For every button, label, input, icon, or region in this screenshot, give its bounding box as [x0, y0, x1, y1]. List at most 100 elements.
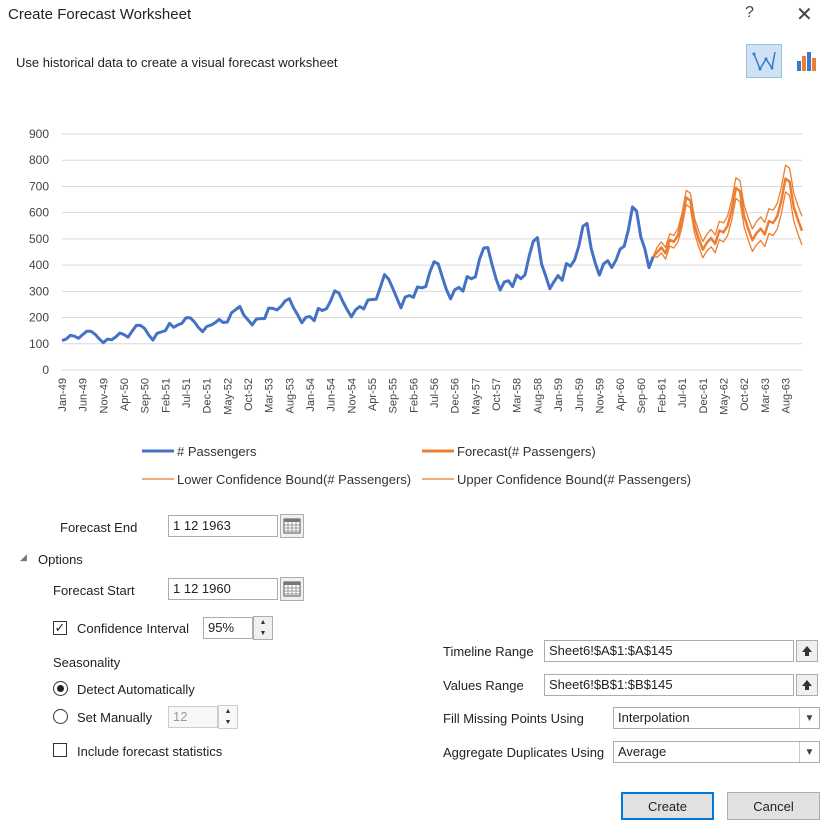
x-tick-label: Jan-49 — [57, 378, 69, 412]
x-tick-label: Nov-54 — [346, 378, 358, 413]
column-chart-icon — [797, 52, 816, 71]
x-tick-label: Mar-58 — [512, 378, 524, 413]
seasonality-label: Seasonality — [53, 655, 121, 670]
dialog-title: Create Forecast Worksheet — [8, 6, 192, 23]
x-tick-label: Jul-61 — [677, 378, 689, 408]
detect-automatically-label: Detect Automatically — [77, 682, 195, 697]
confidence-interval-input[interactable]: 95% — [203, 617, 253, 639]
chart-series — [61, 164, 804, 345]
y-tick-label: 300 — [29, 284, 49, 298]
aggregate-duplicates-select[interactable]: Average — [613, 741, 820, 763]
cancel-button[interactable]: Cancel — [727, 792, 820, 820]
x-tick-label: Mar-63 — [760, 378, 772, 413]
series-line-0 — [61, 205, 655, 345]
x-tick-label: Dec-56 — [450, 378, 462, 413]
x-tick-label: Nov-59 — [594, 378, 606, 413]
forecast-end-calendar-button[interactable] — [280, 514, 304, 538]
legend-label: # Passengers — [177, 444, 257, 459]
x-tick-label: Aug-58 — [532, 378, 544, 413]
x-tick-label: Aug-53 — [284, 378, 296, 413]
spin-down-icon[interactable]: ▼ — [254, 628, 272, 639]
spin-up-icon[interactable]: ▲ — [254, 617, 272, 628]
detect-automatically-radio[interactable] — [53, 681, 68, 696]
x-tick-label: Oct-62 — [739, 378, 751, 411]
legend-label: Lower Confidence Bound(# Passengers) — [177, 472, 411, 487]
y-tick-label: 100 — [29, 337, 49, 351]
dialog-subtitle: Use historical data to create a visual f… — [16, 55, 338, 70]
y-tick-label: 600 — [29, 206, 49, 220]
x-tick-label: Nov-49 — [98, 378, 110, 413]
y-tick-label: 200 — [29, 311, 49, 325]
y-tick-label: 800 — [29, 153, 49, 167]
x-tick-label: Sep-60 — [636, 378, 648, 413]
help-button[interactable]: ? — [745, 4, 754, 22]
y-tick-label: 0 — [42, 363, 49, 377]
forecast-end-input[interactable]: 1 12 1963 — [168, 515, 278, 537]
confidence-interval-label: Confidence Interval — [77, 621, 190, 636]
y-axis: 0 100 200 300 400 500 600 700 800 900 — [29, 127, 49, 377]
x-tick-label: Sep-55 — [388, 378, 400, 413]
close-button[interactable]: ✕ — [796, 2, 813, 27]
x-tick-label: Jul-56 — [429, 378, 441, 408]
confidence-interval-checkbox[interactable]: ✓ — [53, 621, 67, 635]
options-toggle[interactable]: Options — [38, 552, 83, 567]
x-tick-label: Jun-49 — [78, 378, 90, 412]
legend-label: Forecast(# Passengers) — [457, 444, 596, 459]
set-manually-spinner[interactable]: ▲ ▼ — [218, 705, 238, 729]
timeline-range-picker[interactable] — [796, 640, 818, 662]
timeline-range-label: Timeline Range — [443, 644, 534, 659]
x-tick-label: May-52 — [222, 378, 234, 415]
timeline-range-input[interactable]: Sheet6!$A$1:$A$145 — [544, 640, 794, 662]
aggregate-duplicates-value: Average — [618, 744, 667, 759]
x-tick-label: Apr-60 — [615, 378, 627, 411]
x-tick-label: Oct-52 — [243, 378, 255, 411]
fill-missing-value: Interpolation — [618, 710, 690, 725]
x-tick-label: Jan-59 — [553, 378, 565, 412]
values-range-picker[interactable] — [796, 674, 818, 696]
x-tick-label: Aug-63 — [780, 378, 792, 413]
values-range-label: Values Range — [443, 678, 524, 693]
spin-down-icon[interactable]: ▼ — [219, 717, 237, 728]
forecast-start-label: Forecast Start — [53, 583, 135, 598]
forecast-end-label: Forecast End — [60, 520, 138, 535]
x-tick-label: Jun-59 — [574, 378, 586, 412]
forecast-start-calendar-button[interactable] — [280, 577, 304, 601]
create-button[interactable]: Create — [621, 792, 714, 820]
calendar-icon — [283, 518, 301, 534]
chart-grid — [62, 133, 802, 371]
forecast-start-input[interactable]: 1 12 1960 — [168, 578, 278, 600]
include-statistics-label: Include forecast statistics — [77, 744, 223, 759]
values-range-input[interactable]: Sheet6!$B$1:$B$145 — [544, 674, 794, 696]
chevron-down-icon[interactable]: ▼ — [799, 708, 819, 728]
x-tick-label: Feb-61 — [656, 378, 668, 413]
fill-missing-label: Fill Missing Points Using — [443, 711, 584, 726]
y-tick-label: 700 — [29, 179, 49, 193]
x-tick-label: Oct-57 — [491, 378, 503, 411]
x-tick-label: Apr-50 — [119, 378, 131, 411]
aggregate-duplicates-label: Aggregate Duplicates Using — [443, 745, 605, 760]
set-manually-radio[interactable] — [53, 709, 68, 724]
confidence-interval-spinner[interactable]: ▲ ▼ — [253, 616, 273, 640]
x-tick-label: Dec-61 — [698, 378, 710, 413]
forecast-chart: 0 100 200 300 400 500 600 700 800 900 Jan-49 Jun-4… — [29, 127, 804, 487]
column-chart-button[interactable] — [788, 44, 824, 78]
set-manually-label: Set Manually — [77, 710, 153, 725]
x-tick-label: Apr-55 — [367, 378, 379, 411]
chevron-down-icon[interactable]: ▼ — [799, 742, 819, 762]
x-axis: Jan-49 Jun-49 Nov-49 Apr-50 Sep-50 Feb-51 Jul-… — [57, 378, 792, 415]
chart-legend: # Passengers Forecast(# Passengers) Lower … — [142, 444, 691, 487]
legend-label: Upper Confidence Bound(# Passengers) — [457, 472, 691, 487]
x-tick-label: Feb-56 — [408, 378, 420, 413]
include-statistics-checkbox[interactable] — [53, 743, 67, 757]
x-tick-label: Jun-54 — [326, 378, 338, 412]
x-tick-label: Jul-51 — [181, 378, 193, 408]
collapse-triangle-icon[interactable]: ◢ — [20, 552, 27, 563]
y-tick-label: 400 — [29, 258, 49, 272]
spin-up-icon[interactable]: ▲ — [219, 706, 237, 717]
line-chart-button[interactable] — [746, 44, 782, 78]
y-tick-label: 900 — [29, 127, 49, 141]
x-tick-label: Mar-53 — [264, 378, 276, 413]
x-tick-label: Jan-54 — [305, 378, 317, 412]
set-manually-input[interactable]: 12 — [168, 706, 218, 728]
fill-missing-select[interactable]: Interpolation — [613, 707, 820, 729]
